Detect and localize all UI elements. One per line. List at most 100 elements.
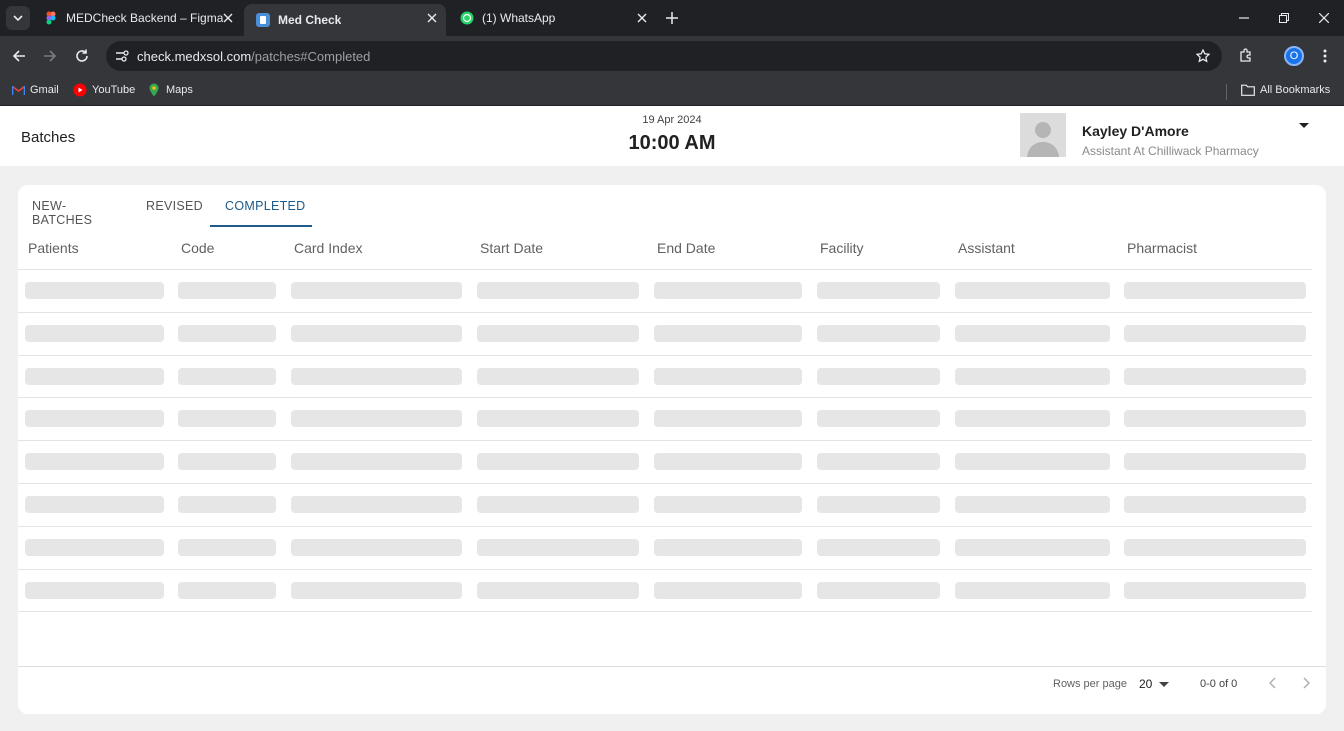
column-header-assistant[interactable]: Assistant [958, 240, 1015, 256]
loading-skeleton-cell [25, 539, 164, 556]
bookmark-star-icon[interactable] [1194, 47, 1212, 65]
bookmark-label: Gmail [30, 84, 59, 96]
loading-skeleton-cell [477, 368, 639, 385]
row-divider [18, 611, 1312, 612]
loading-skeleton-cell [178, 453, 276, 470]
figma-icon [44, 11, 58, 25]
site-info-icon[interactable] [112, 46, 132, 66]
minimize-button[interactable] [1234, 8, 1254, 28]
loading-skeleton-cell [25, 582, 164, 599]
restore-button[interactable] [1274, 8, 1294, 28]
caret-down-icon[interactable] [1159, 682, 1169, 688]
row-divider [18, 440, 1312, 441]
loading-skeleton-cell [291, 282, 462, 299]
user-role: Assistant At Chilliwack Pharmacy [1082, 144, 1259, 158]
loading-skeleton-cell [291, 325, 462, 342]
rows-per-page-label: Rows per page [1053, 678, 1127, 690]
column-header-start-date[interactable]: Start Date [480, 240, 543, 256]
reload-button[interactable] [70, 44, 94, 68]
bookmark-youtube[interactable]: YouTube [73, 83, 135, 97]
row-divider [18, 526, 1312, 527]
loading-skeleton-cell [654, 410, 802, 427]
loading-skeleton-cell [291, 368, 462, 385]
tab-new-batches[interactable]: NEW-BATCHES [32, 199, 92, 227]
column-header-end-date[interactable]: End Date [657, 240, 715, 256]
loading-skeleton-cell [817, 496, 940, 513]
bookmark-label: Maps [166, 84, 193, 96]
column-header-code[interactable]: Code [181, 240, 214, 256]
loading-skeleton-cell [955, 453, 1110, 470]
close-icon[interactable] [634, 10, 650, 26]
loading-skeleton-cell [955, 368, 1110, 385]
tab-completed[interactable]: COMPLETED [225, 199, 306, 213]
next-page-button[interactable] [1299, 675, 1315, 691]
loading-skeleton-cell [654, 582, 802, 599]
column-header-pharmacist[interactable]: Pharmacist [1127, 240, 1197, 256]
caret-down-icon[interactable] [1297, 120, 1311, 130]
medcheck-icon [256, 13, 270, 27]
plus-icon [666, 12, 678, 24]
column-header-card-index[interactable]: Card Index [294, 240, 362, 256]
loading-skeleton-cell [1124, 282, 1306, 299]
reload-icon [76, 49, 88, 62]
loading-skeleton-cell [1124, 582, 1306, 599]
loading-skeleton-cell [817, 582, 940, 599]
kebab-menu-icon [1323, 49, 1327, 63]
row-divider [18, 569, 1312, 570]
bookmark-gmail[interactable]: Gmail [11, 83, 59, 97]
loading-skeleton-cell [477, 453, 639, 470]
chevron-down-icon [13, 15, 23, 21]
previous-page-button[interactable] [1264, 675, 1280, 691]
loading-skeleton-cell [955, 282, 1110, 299]
loading-skeleton-cell [477, 410, 639, 427]
close-window-button[interactable] [1314, 8, 1334, 28]
close-icon[interactable] [424, 10, 440, 26]
loading-skeleton-cell [654, 368, 802, 385]
loading-skeleton-cell [291, 582, 462, 599]
tab-revised[interactable]: REVISED [146, 199, 203, 213]
loading-skeleton-cell [477, 282, 639, 299]
loading-skeleton-cell [291, 410, 462, 427]
profile-avatar[interactable]: O [1284, 46, 1304, 66]
browser-tab-medcheck[interactable]: Med Check [244, 4, 446, 36]
new-tab-button[interactable] [662, 8, 682, 28]
bookmark-maps[interactable]: Maps [147, 83, 193, 97]
close-icon[interactable] [220, 10, 236, 26]
browser-tab-figma[interactable]: MEDCheck Backend – Figma [32, 4, 242, 32]
pagination-range: 0-0 of 0 [1200, 678, 1238, 690]
loading-skeleton-cell [477, 539, 639, 556]
column-header-patients[interactable]: Patients [28, 240, 79, 256]
footer-divider [18, 666, 1326, 667]
loading-skeleton-cell [291, 496, 462, 513]
loading-skeleton-cell [25, 368, 164, 385]
browser-toolbar: check.medxsol.com/patches#Completed O [0, 36, 1344, 76]
tab-title: MEDCheck Backend – Figma [66, 11, 224, 25]
loading-skeleton-cell [817, 410, 940, 427]
back-button[interactable] [7, 44, 31, 68]
all-bookmarks[interactable]: All Bookmarks [1241, 83, 1330, 97]
loading-skeleton-cell [817, 282, 940, 299]
rows-per-page-select[interactable]: 20 [1139, 677, 1152, 691]
tab-search-button[interactable] [6, 6, 30, 30]
address-bar[interactable]: check.medxsol.com/patches#Completed [106, 41, 1222, 71]
restore-icon [1279, 13, 1289, 23]
avatar[interactable] [1020, 113, 1066, 157]
all-bookmarks-label: All Bookmarks [1260, 84, 1331, 96]
loading-skeleton-cell [178, 582, 276, 599]
forward-button[interactable] [38, 44, 62, 68]
url-path: /patches#Completed [251, 49, 371, 64]
browser-tab-whatsapp[interactable]: (1) WhatsApp [448, 4, 656, 32]
row-divider [18, 483, 1312, 484]
date-text: 19 Apr 2024 [642, 114, 702, 126]
extensions-button[interactable] [1234, 44, 1258, 68]
whatsapp-icon [460, 11, 474, 25]
row-divider [18, 312, 1312, 313]
column-header-facility[interactable]: Facility [820, 240, 864, 256]
loading-skeleton-cell [178, 368, 276, 385]
loading-skeleton-cell [25, 325, 164, 342]
loading-skeleton-cell [955, 539, 1110, 556]
loading-skeleton-cell [654, 282, 802, 299]
row-divider [18, 397, 1312, 398]
bookmarks-bar: Gmail YouTube Maps All Bookmarks [0, 76, 1344, 106]
browser-menu-button[interactable] [1313, 44, 1337, 68]
